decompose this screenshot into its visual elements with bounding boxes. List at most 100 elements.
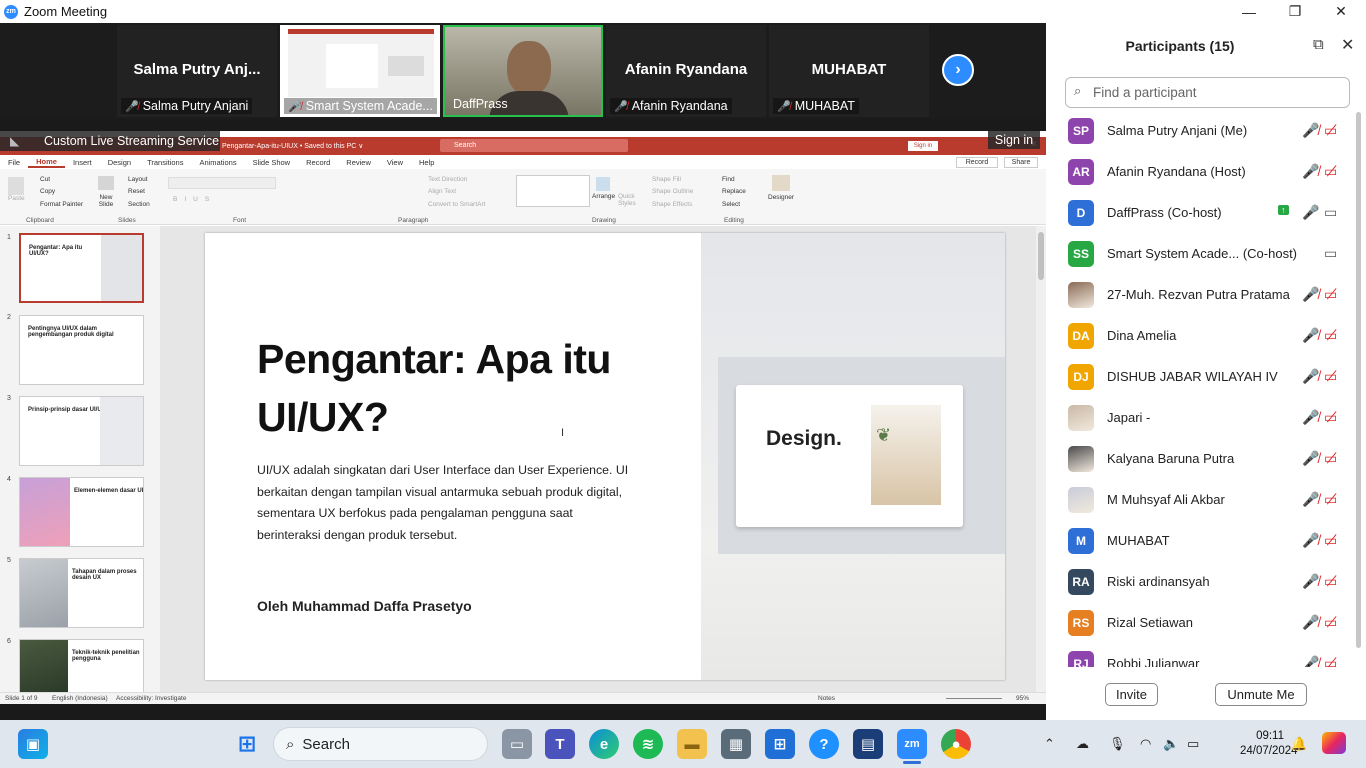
unmute-me-button[interactable]: Unmute Me [1215,683,1307,706]
text-direction-button[interactable]: Text Direction [428,176,467,183]
participant-row[interactable]: M Muhsyaf Ali Akbar 🎤̸ ▭̸ [1068,479,1348,520]
slide-body-text[interactable]: UI/UX adalah singkatan dari User Interfa… [257,460,637,546]
start-icon[interactable]: ⊞ [232,729,262,759]
tab-insert[interactable]: Insert [65,158,100,167]
accessibility-status[interactable]: Accessibility: Investigate [116,695,186,702]
convert-smartart-button[interactable]: Convert to SmartArt [428,201,485,208]
slide-thumbnail-3[interactable]: Prinsip-prinsip dasar UI/UX [19,396,144,466]
shape-outline-button[interactable]: Shape Outline [652,188,693,195]
video-off-icon[interactable]: ▭̸ [1324,614,1337,631]
invite-button[interactable]: Invite [1105,683,1158,706]
video-tile-daffprass[interactable]: DaffPrass [443,25,603,117]
tab-record[interactable]: Record [298,158,338,167]
layout-button[interactable]: Layout [128,176,148,183]
paste-icon[interactable] [8,177,24,195]
video-off-icon[interactable]: ▭̸ [1324,409,1337,426]
minimize-button[interactable]: — [1226,0,1272,23]
wifi-icon[interactable]: ◠ [1140,736,1151,752]
record-button[interactable]: Record [956,157,998,168]
live-streaming-banner[interactable]: Custom Live Streaming Service [0,131,220,151]
paste-button[interactable]: Paste [8,195,25,202]
maximize-button[interactable]: ❐ [1272,0,1318,23]
participant-search-input[interactable]: Find a participant [1065,77,1350,108]
video-off-icon[interactable]: ▭̸ [1324,491,1337,508]
shapes-gallery[interactable] [516,175,590,207]
participant-row[interactable]: RS Rizal Setiawan 🎤̸ ▭̸ [1068,602,1348,643]
slide-thumbnail-4[interactable]: Elemen-elemen dasar UI [19,477,144,547]
format-painter-button[interactable]: Format Painter [40,201,83,208]
calculator-icon[interactable]: ▦ [721,729,751,759]
slide-thumbnail-5[interactable]: Tahapan dalam proses desain UX [19,558,144,628]
volume-icon[interactable]: 🔈 [1163,736,1179,752]
new-slide-icon[interactable] [98,176,114,190]
mic-off-icon[interactable]: 🎤̸ [1302,286,1319,303]
align-text-button[interactable]: Align Text [428,188,456,195]
participant-row[interactable]: DJ DISHUB JABAR WILAYAH IV 🎤̸ ▭̸ [1068,356,1348,397]
font-format-buttons[interactable]: BIUS [173,196,216,203]
microphone-icon[interactable]: 🎙 [1109,736,1126,752]
next-page-arrow-icon[interactable]: › [942,54,974,86]
section-button[interactable]: Section [128,201,150,208]
tab-slide-show[interactable]: Slide Show [245,158,299,167]
replace-button[interactable]: Replace [722,188,746,195]
video-tile-muhabat[interactable]: MUHABAT 🎤̸ MUHABAT [769,25,929,117]
notes-button[interactable]: Notes [818,695,835,702]
participant-row[interactable]: 27-Muh. Rezvan Putra Pratama 🎤̸ ▭̸ [1068,274,1348,315]
mic-off-icon[interactable]: 🎤̸ [1302,491,1319,508]
font-name-select[interactable] [168,177,276,189]
participant-row[interactable]: RA Riski ardinansyah 🎤̸ ▭̸ [1068,561,1348,602]
video-off-icon[interactable]: ▭̸ [1324,122,1337,139]
task-view-icon[interactable]: ▭ [502,729,532,759]
mic-off-icon[interactable]: 🎤̸ [1302,368,1319,385]
zoom-level[interactable]: 95% [1016,695,1029,702]
store-icon[interactable]: ⊞ [765,729,795,759]
zoom-icon[interactable]: zm [897,729,927,759]
notification-bell-icon[interactable]: 🔔 [1291,736,1307,752]
participant-row[interactable]: M MUHABAT 🎤̸ ▭̸ [1068,520,1348,561]
chrome-icon[interactable]: ● [941,729,971,759]
mic-off-icon[interactable]: 🎤̸ [1302,532,1319,549]
video-on-icon[interactable]: ▭ [1324,245,1337,262]
mic-off-icon[interactable]: 🎤̸ [1302,409,1319,426]
news-icon[interactable]: ▤ [853,729,883,759]
video-tile-salma[interactable]: Salma Putry Anj... 🎤̸ Salma Putry Anjani [117,25,277,117]
mic-off-icon[interactable]: 🎤̸ [1302,163,1319,180]
video-off-icon[interactable]: ▭̸ [1324,573,1337,590]
participant-row[interactable]: SS Smart System Acade... (Co-host) ▭ [1068,233,1348,274]
spotify-icon[interactable]: ≋ [633,729,663,759]
share-button[interactable]: Share [1004,157,1038,168]
participant-row[interactable]: DA Dina Amelia 🎤̸ ▭̸ [1068,315,1348,356]
slide-title[interactable]: Pengantar: Apa itu UI/UX? [257,330,677,446]
designer-icon[interactable] [772,175,790,191]
powerpoint-sign-in-button[interactable]: Sign in [908,141,938,151]
battery-icon[interactable]: ▭ [1187,736,1199,752]
video-off-icon[interactable]: ▭̸ [1324,327,1337,344]
tab-file[interactable]: File [0,158,28,167]
find-button[interactable]: Find [722,176,735,183]
designer-button[interactable]: Designer [768,194,794,201]
shape-fill-button[interactable]: Shape Fill [652,176,681,183]
help-icon[interactable]: ? [809,729,839,759]
copy-button[interactable]: Copy [40,188,55,195]
quick-styles-button[interactable]: Quick Styles [618,193,640,207]
video-off-icon[interactable]: ▭̸ [1324,368,1337,385]
video-tile-smart-system[interactable]: 🎤̸ Smart System Acade... [280,25,440,117]
participant-row[interactable]: D DaffPrass (Co-host) ↑ 🎤 ▭ [1068,192,1348,233]
language-status[interactable]: English (Indonesia) [52,695,108,702]
tab-help[interactable]: Help [411,158,442,167]
new-slide-button[interactable]: New Slide [95,194,117,208]
participant-row[interactable]: RJ Robbi Julianwar 🎤̸ ▭̸ [1068,643,1348,684]
video-off-icon[interactable]: ▭̸ [1324,286,1337,303]
widgets-icon[interactable]: ▣ [18,729,48,759]
tab-animations[interactable]: Animations [191,158,244,167]
participant-row[interactable]: Kalyana Baruna Putra 🎤̸ ▭̸ [1068,438,1348,479]
mic-on-icon[interactable]: 🎤 [1302,204,1319,221]
reset-button[interactable]: Reset [128,188,145,195]
mic-off-icon[interactable]: 🎤̸ [1302,122,1319,139]
tab-design[interactable]: Design [100,158,139,167]
participant-row[interactable]: AR Afanin Ryandana (Host) 🎤̸ ▭̸ [1068,151,1348,192]
cloud-off-icon[interactable]: ☁ [1076,736,1089,752]
slide-thumbnail-2[interactable]: Pentingnya UI/UX dalam pengembangan prod… [19,315,144,385]
tab-home[interactable]: Home [28,157,65,168]
mic-off-icon[interactable]: 🎤̸ [1302,450,1319,467]
